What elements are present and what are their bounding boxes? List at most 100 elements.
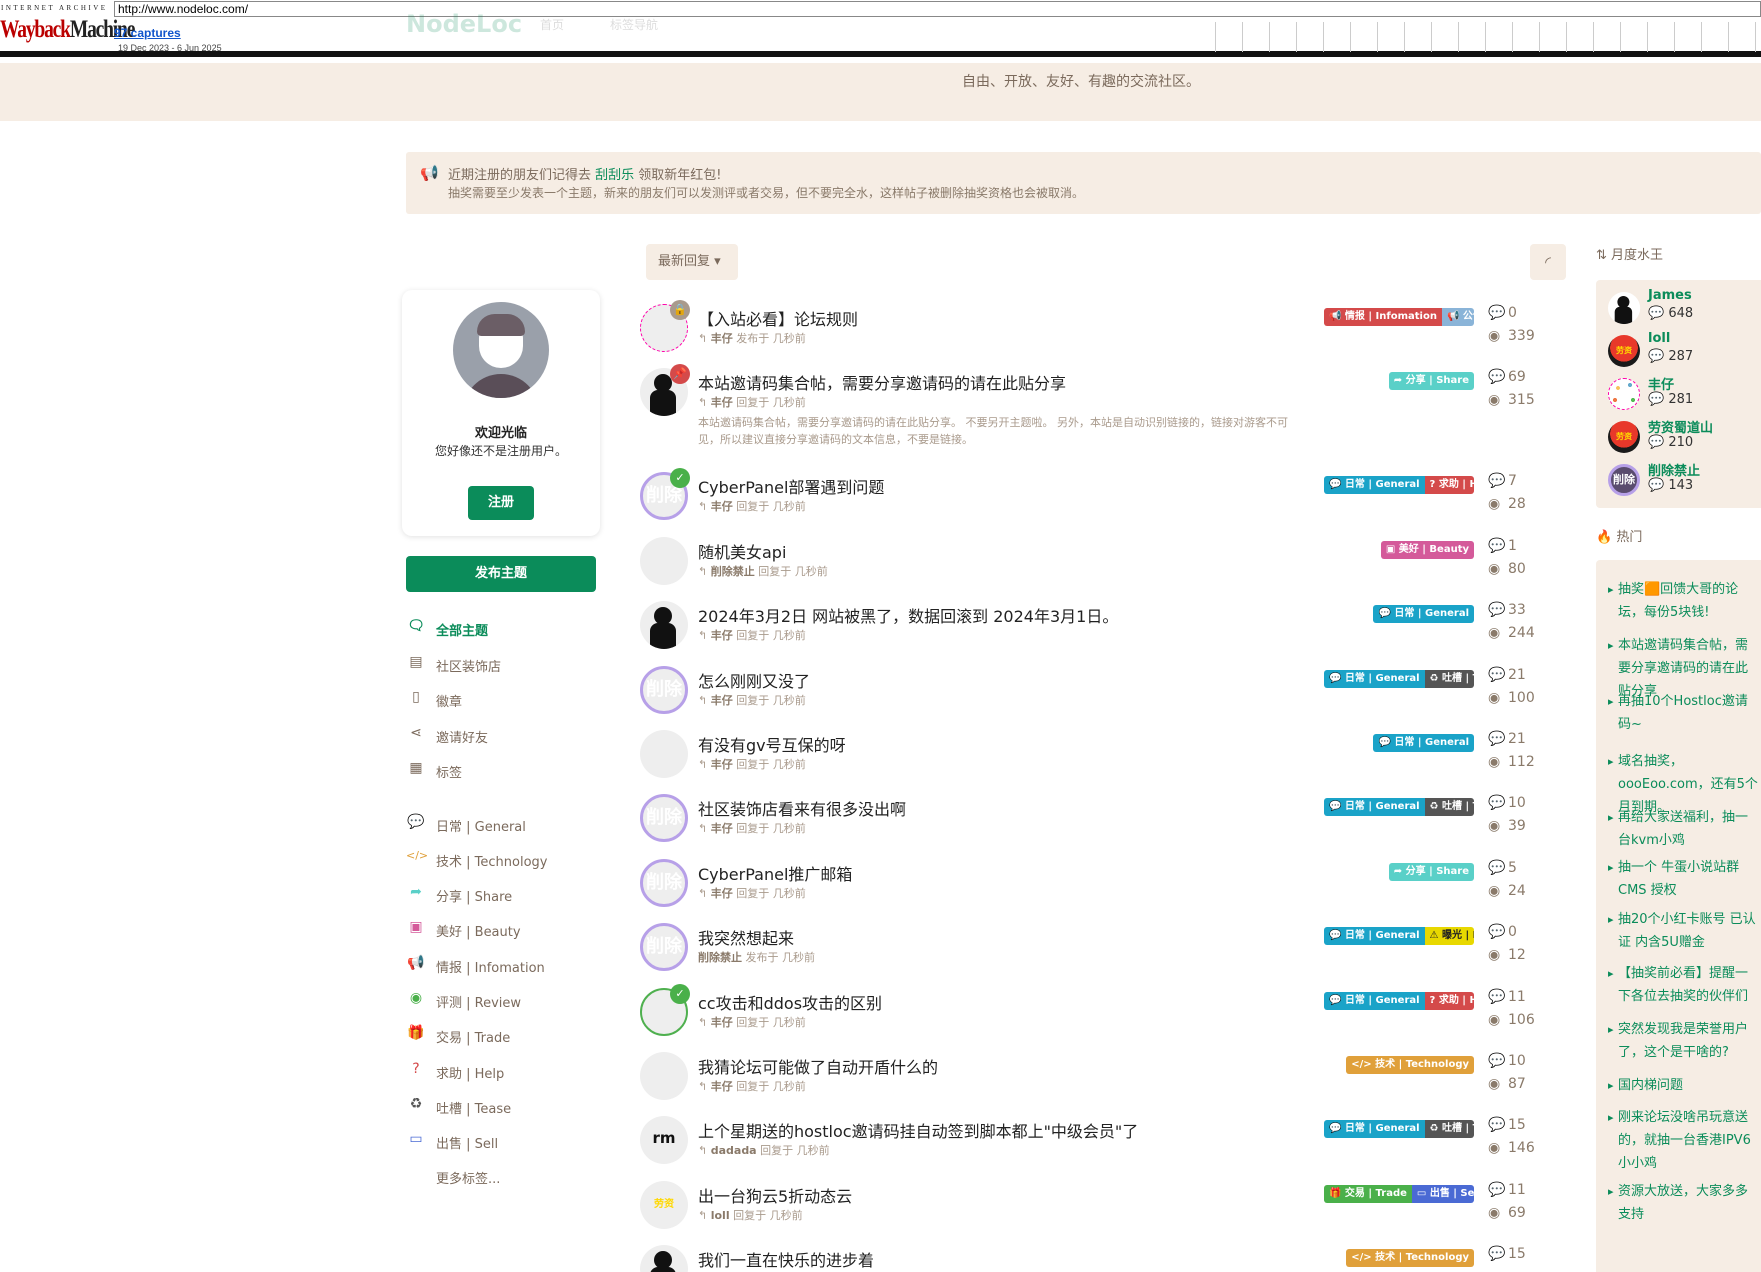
hot-topic-link[interactable]: 抽奖🟧回馈大哥的论坛，每份5块钱! — [1608, 578, 1758, 624]
nav-item-0[interactable]: 💬 日常 | General — [406, 814, 606, 849]
discussion-title[interactable]: 上个星期送的hostloc邀请码挂自动签到脚本都上"中级会员"了 — [698, 1118, 1138, 1142]
hot-topic-title[interactable]: 国内梯问题 — [1608, 1074, 1758, 1097]
wayback-logo[interactable]: INTERNET ARCHIVE WaybackMachine — [0, 2, 135, 46]
user-avatar[interactable]: 削除 — [640, 858, 688, 907]
author-name[interactable]: 丰仔 — [711, 396, 733, 409]
author-name[interactable]: 丰仔 — [711, 694, 733, 707]
author-name[interactable]: 丰仔 — [711, 758, 733, 771]
nav-item-9[interactable]: ▭ 出售 | Sell — [406, 1131, 606, 1166]
tag-label[interactable]: 💬 日常 | General — [1324, 476, 1425, 495]
user-avatar[interactable] — [1608, 292, 1641, 325]
hot-topic-title[interactable]: 【抽奖前必看】提醒一下各位去抽奖的伙伴们 — [1608, 962, 1758, 1008]
nav-item-5[interactable]: ◉ 评测 | Review — [406, 990, 606, 1025]
tag-label[interactable]: ? 求助 | Help — [1424, 476, 1474, 495]
tag-label[interactable]: ♻ 吐槽 | Tease — [1424, 1120, 1474, 1139]
nav-item-2[interactable]: ➦ 分享 | Share — [406, 884, 606, 919]
hot-topic-link[interactable]: 再抽10个Hostloc邀请码~ — [1608, 690, 1758, 736]
discussion-row[interactable]: 削除 我突然想起来 削除禁止 发布于 几秒前 💬 日常 | General ⚠ 曝光 |… — [636, 917, 1536, 981]
tag-label[interactable]: 💬 日常 | General — [1324, 1120, 1425, 1139]
discussion-row[interactable]: 削除 CyberPanel推广邮箱 ↰ 丰仔 回复于 几秒前 ➦ 分享 | Share… — [636, 853, 1536, 917]
user-avatar[interactable] — [640, 536, 688, 585]
tag-label[interactable]: ▭ 出售 | Sell — [1411, 1184, 1474, 1203]
discussion-title[interactable]: 我们一直在快乐的进步着 — [698, 1247, 874, 1271]
tag-label[interactable]: 💬 日常 | General — [1324, 798, 1425, 817]
scratch-card-link[interactable]: 刮刮乐 — [595, 168, 634, 183]
hot-topic-link[interactable]: 抽一个 牛蛋小说站群CMS 授权 — [1608, 856, 1758, 902]
discussion-title[interactable]: 有没有gv号互保的呀 — [698, 732, 846, 756]
discussion-title[interactable]: 随机美女api — [698, 539, 786, 563]
discussion-row[interactable]: 我猜论坛可能做了自动开盾什么的 ↰ 丰仔 回复于 几秒前 </> 技术 | Tech… — [636, 1046, 1536, 1110]
discussion-row[interactable]: 劳资 出一台狗云5折动态云 ↰ loll 回复于 几秒前 🎁 交易 | Trade ▭ … — [636, 1175, 1536, 1239]
discussion-row[interactable]: rm 上个星期送的hostloc邀请码挂自动签到脚本都上"中级会员"了 ↰ dada… — [636, 1110, 1536, 1174]
discussion-title[interactable]: 本站邀请码集合帖，需要分享邀请码的请在此贴分享 — [698, 370, 1066, 394]
hot-topic-link[interactable]: 国内梯问题 — [1608, 1074, 1758, 1097]
discussion-row[interactable]: 削除 ✓ CyberPanel部署遇到问题 ↰ 丰仔 回复于 几秒前 💬 日常 | Ge… — [636, 466, 1536, 530]
user-avatar[interactable]: 劳资 — [1608, 421, 1640, 453]
tag-label[interactable]: 💬 日常 | General — [1373, 605, 1474, 624]
wayback-url-input[interactable]: http://www.nodeloc.com/ — [114, 1, 1761, 17]
user-avatar[interactable] — [640, 601, 688, 650]
tag-label[interactable]: 💬 日常 | General — [1324, 669, 1425, 688]
nav-item-1[interactable]: </> 技术 | Technology — [406, 849, 606, 884]
author-name[interactable]: 丰仔 — [711, 1080, 733, 1093]
user-avatar[interactable]: 削除 — [640, 665, 688, 714]
tag-label[interactable]: ➦ 分享 | Share — [1388, 862, 1474, 881]
hot-topic-title[interactable]: 抽20个小红卡账号 已认证 内含5U赠金 — [1608, 908, 1758, 954]
captures-link[interactable]: 97 captures — [114, 26, 181, 40]
discussion-title[interactable]: 出一台狗云5折动态云 — [698, 1183, 852, 1207]
user-avatar[interactable] — [640, 1051, 688, 1100]
discussion-title[interactable]: CyberPanel推广邮箱 — [698, 861, 852, 885]
user-avatar[interactable] — [640, 729, 688, 778]
tag-label[interactable]: ➦ 分享 | Share — [1388, 372, 1474, 391]
author-name[interactable]: 丰仔 — [711, 822, 733, 835]
hot-topic-title[interactable]: 突然发现我是荣誉用户了，这个是干啥的? — [1608, 1018, 1758, 1064]
discussion-row[interactable]: 削除 怎么刚刚又没了 ↰ 丰仔 回复于 几秒前 💬 日常 | General ♻ 吐槽 … — [636, 660, 1536, 724]
discussion-title[interactable]: 2024年3月2日 网站被黑了，数据回滚到 2024年3月1日。 — [698, 603, 1118, 627]
tag-label[interactable]: 💬 日常 | General — [1324, 927, 1425, 946]
hot-topic-title[interactable]: 再给大家送福利，抽一台kvm小鸡 — [1608, 806, 1758, 852]
nav-item-4[interactable]: ▦ 标签 — [406, 760, 606, 796]
tag-label[interactable]: 💬 日常 | General — [1373, 733, 1474, 752]
tag-label[interactable]: 🎁 交易 | Trade — [1324, 1184, 1412, 1203]
user-avatar[interactable]: 劳资 — [640, 1180, 688, 1229]
hot-topic-title[interactable]: 抽奖🟧回馈大哥的论坛，每份5块钱! — [1608, 578, 1758, 624]
hot-topic-link[interactable]: 刚来论坛没啥吊玩意送的，就抽一台香港IPV6小小鸡 — [1608, 1106, 1758, 1175]
author-name[interactable]: 削除禁止 — [698, 951, 742, 964]
nav-item-6[interactable]: 🎁 交易 | Trade — [406, 1025, 606, 1060]
user-avatar[interactable] — [640, 1245, 688, 1272]
nav-item-0[interactable]: 🗨 全部主题 — [406, 618, 606, 654]
nav-item-4[interactable]: 📢 情报 | Infomation — [406, 955, 606, 990]
monthly-user-name[interactable]: 劳资蜀道山 — [1648, 417, 1713, 436]
hot-topic-link[interactable]: 突然发现我是荣誉用户了，这个是干啥的? — [1608, 1018, 1758, 1064]
discussion-title[interactable]: 社区装饰店看来有很多没出啊 — [698, 796, 906, 820]
author-name[interactable]: 丰仔 — [711, 332, 733, 345]
author-name[interactable]: 丰仔 — [711, 1016, 733, 1029]
discussion-row[interactable]: 🔒 【入站必看】论坛规则 ↰ 丰仔 发布于 几秒前 📢 情报 | Infomation… — [636, 298, 1536, 362]
nav-item-3[interactable]: ⋖ 邀请好友 — [406, 725, 606, 761]
discussion-title[interactable]: 我猜论坛可能做了自动开盾什么的 — [698, 1054, 938, 1078]
user-avatar[interactable]: 削除 — [1608, 464, 1640, 496]
user-avatar[interactable]: 削除 — [640, 923, 688, 972]
discussion-row[interactable]: ✓ cc攻击和ddos攻击的区别 ↰ 丰仔 回复于 几秒前 💬 日常 | Genera… — [636, 982, 1536, 1046]
author-name[interactable]: loll — [711, 1209, 730, 1222]
rss-icon[interactable]: ◜ — [1530, 244, 1566, 280]
discussion-row[interactable]: 随机美女api ↰ 削除禁止 回复于 几秒前 ▣ 美好 | Beauty 💬 1 ◉ 80 — [636, 531, 1536, 595]
tag-label[interactable]: ♻ 吐槽 | Tease — [1424, 669, 1474, 688]
start-discussion-button[interactable]: 发布主题 — [406, 556, 596, 592]
sort-dropdown[interactable]: 最新回复 ▾ — [646, 244, 738, 280]
discussion-title[interactable]: 怎么刚刚又没了 — [698, 668, 810, 692]
author-name[interactable]: 丰仔 — [711, 500, 733, 513]
hot-topic-link[interactable]: 资源大放送，大家多多支持 — [1608, 1180, 1758, 1226]
tag-label[interactable]: ? 求助 | Help — [1424, 991, 1474, 1010]
user-avatar[interactable]: 劳资 — [1608, 335, 1640, 367]
discussion-row[interactable]: 📌 本站邀请码集合帖，需要分享邀请码的请在此贴分享 ↰ 丰仔 回复于 几秒前 本站邀请… — [636, 362, 1536, 466]
tag-label[interactable]: ♻ 吐槽 | Tease — [1424, 798, 1474, 817]
hot-topic-title[interactable]: 刚来论坛没啥吊玩意送的，就抽一台香港IPV6小小鸡 — [1608, 1106, 1758, 1175]
discussion-row[interactable]: 有没有gv号互保的呀 ↰ 丰仔 回复于 几秒前 💬 日常 | General 💬 21 ◉… — [636, 724, 1536, 788]
discussion-title[interactable]: 【入站必看】论坛规则 — [698, 306, 858, 330]
author-name[interactable]: 丰仔 — [711, 887, 733, 900]
tag-label[interactable]: ▣ 美好 | Beauty — [1380, 540, 1474, 559]
hot-topic-title[interactable]: 再抽10个Hostloc邀请码~ — [1608, 690, 1758, 736]
author-name[interactable]: 丰仔 — [711, 629, 733, 642]
author-name[interactable]: 削除禁止 — [711, 565, 755, 578]
